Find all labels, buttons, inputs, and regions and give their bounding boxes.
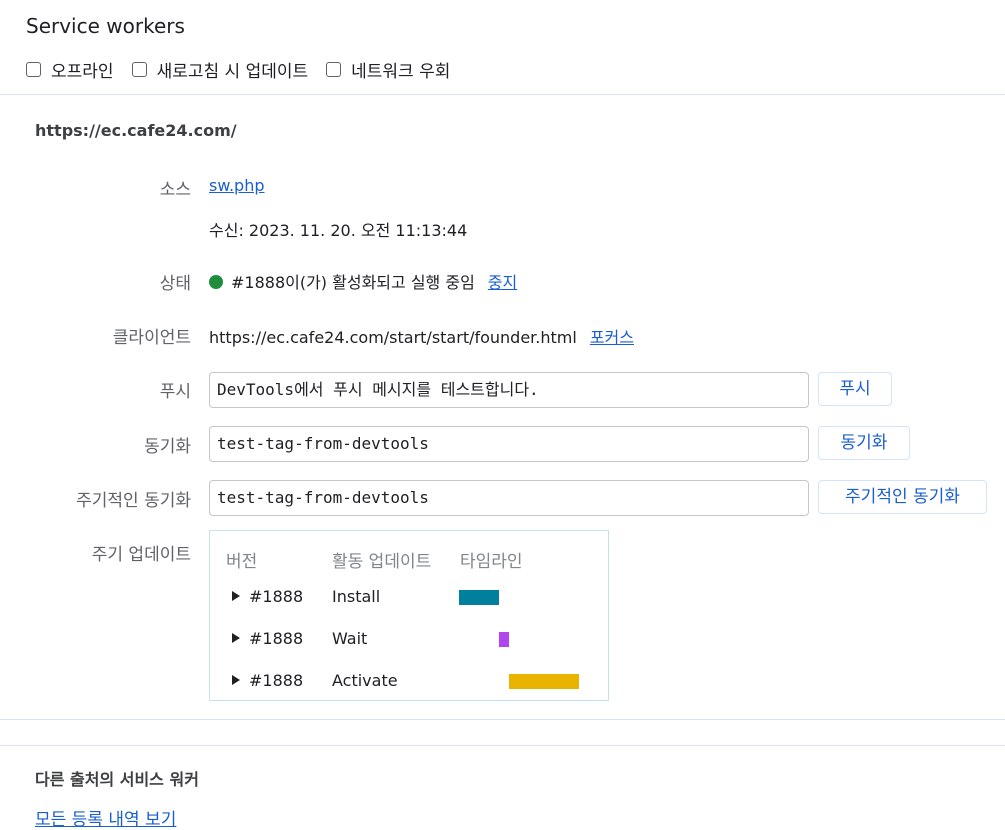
page-title: Service workers — [26, 14, 185, 38]
bypass-network-label: 네트워크 우회 — [351, 62, 451, 82]
status-dot-icon — [209, 275, 223, 289]
table-row[interactable]: #1888 Install — [210, 587, 608, 607]
push-button[interactable]: 푸시 — [818, 372, 892, 406]
bypass-network-checkbox[interactable]: 네트워크 우회 — [326, 57, 450, 82]
activate-timeline-bar — [509, 674, 579, 689]
wait-timeline-bar — [499, 632, 509, 647]
expand-triangle-icon[interactable] — [232, 675, 240, 685]
periodic-sync-button[interactable]: 주기적인 동기화 — [818, 480, 987, 514]
expand-triangle-icon[interactable] — [232, 633, 240, 643]
divider — [0, 94, 1005, 95]
source-label: 소스 — [159, 180, 191, 200]
periodic-sync-label: 주기적인 동기화 — [76, 491, 191, 511]
checkbox-box[interactable] — [26, 62, 41, 77]
options-row: 오프라인 새로고침 시 업데이트 네트워크 우회 — [26, 57, 468, 82]
offline-label: 오프라인 — [51, 62, 114, 82]
install-timeline-bar — [459, 590, 499, 605]
focus-link[interactable]: 포커스 — [590, 328, 634, 347]
status-value: #1888이(가) 활성화되고 실행 중임 중지 — [209, 269, 517, 293]
update-on-reload-label: 새로고침 시 업데이트 — [156, 62, 309, 82]
row-activity: Wait — [332, 629, 368, 648]
divider — [0, 745, 1005, 746]
table-row[interactable]: #1888 Wait — [210, 629, 608, 649]
table-row[interactable]: #1888 Activate — [210, 671, 608, 691]
expand-triangle-icon[interactable] — [232, 591, 240, 601]
offline-checkbox[interactable]: 오프라인 — [26, 57, 114, 82]
source-link[interactable]: sw.php — [209, 176, 265, 195]
update-cycle-label: 주기 업데이트 — [91, 545, 191, 565]
push-label: 푸시 — [159, 382, 191, 402]
timeline-header: 타임라인 — [460, 552, 523, 572]
push-input[interactable]: DevTools에서 푸시 메시지를 테스트합니다. — [209, 372, 809, 408]
row-version: #1888 — [249, 587, 304, 606]
worker-origin: https://ec.cafe24.com/ — [35, 121, 237, 140]
activity-header: 활동 업데이트 — [332, 552, 432, 572]
sync-button[interactable]: 동기화 — [818, 426, 910, 460]
row-activity: Install — [332, 587, 381, 606]
periodic-sync-input[interactable]: test-tag-from-devtools — [209, 480, 809, 516]
checkbox-box[interactable] — [326, 62, 342, 77]
row-version: #1888 — [249, 671, 304, 690]
sync-input[interactable]: test-tag-from-devtools — [209, 426, 809, 462]
stop-link[interactable]: 중지 — [488, 273, 517, 292]
client-url: https://ec.cafe24.com/start/start/founde… — [209, 328, 577, 347]
row-version: #1888 — [249, 629, 304, 648]
update-on-reload-checkbox[interactable]: 새로고침 시 업데이트 — [131, 57, 309, 82]
row-activity: Activate — [332, 671, 398, 690]
other-origins-title: 다른 출처의 서비스 워커 — [35, 770, 199, 789]
clients-label: 클라이언트 — [112, 328, 191, 348]
status-label: 상태 — [159, 274, 191, 294]
checkbox-box[interactable] — [131, 62, 147, 77]
clients-value: https://ec.cafe24.com/start/start/founde… — [209, 324, 634, 348]
status-text: #1888이(가) 활성화되고 실행 중임 — [231, 273, 475, 292]
divider — [0, 719, 1005, 720]
version-header: 버전 — [226, 552, 258, 572]
see-all-registrations-link[interactable]: 모든 등록 내역 보기 — [35, 805, 176, 830]
received-time: 수신: 2023. 11. 20. 오전 11:13:44 — [209, 221, 468, 240]
sync-label: 동기화 — [144, 437, 191, 457]
update-cycle-table: 버전 활동 업데이트 타임라인 #1888 Install #1888 Wait… — [209, 530, 609, 701]
